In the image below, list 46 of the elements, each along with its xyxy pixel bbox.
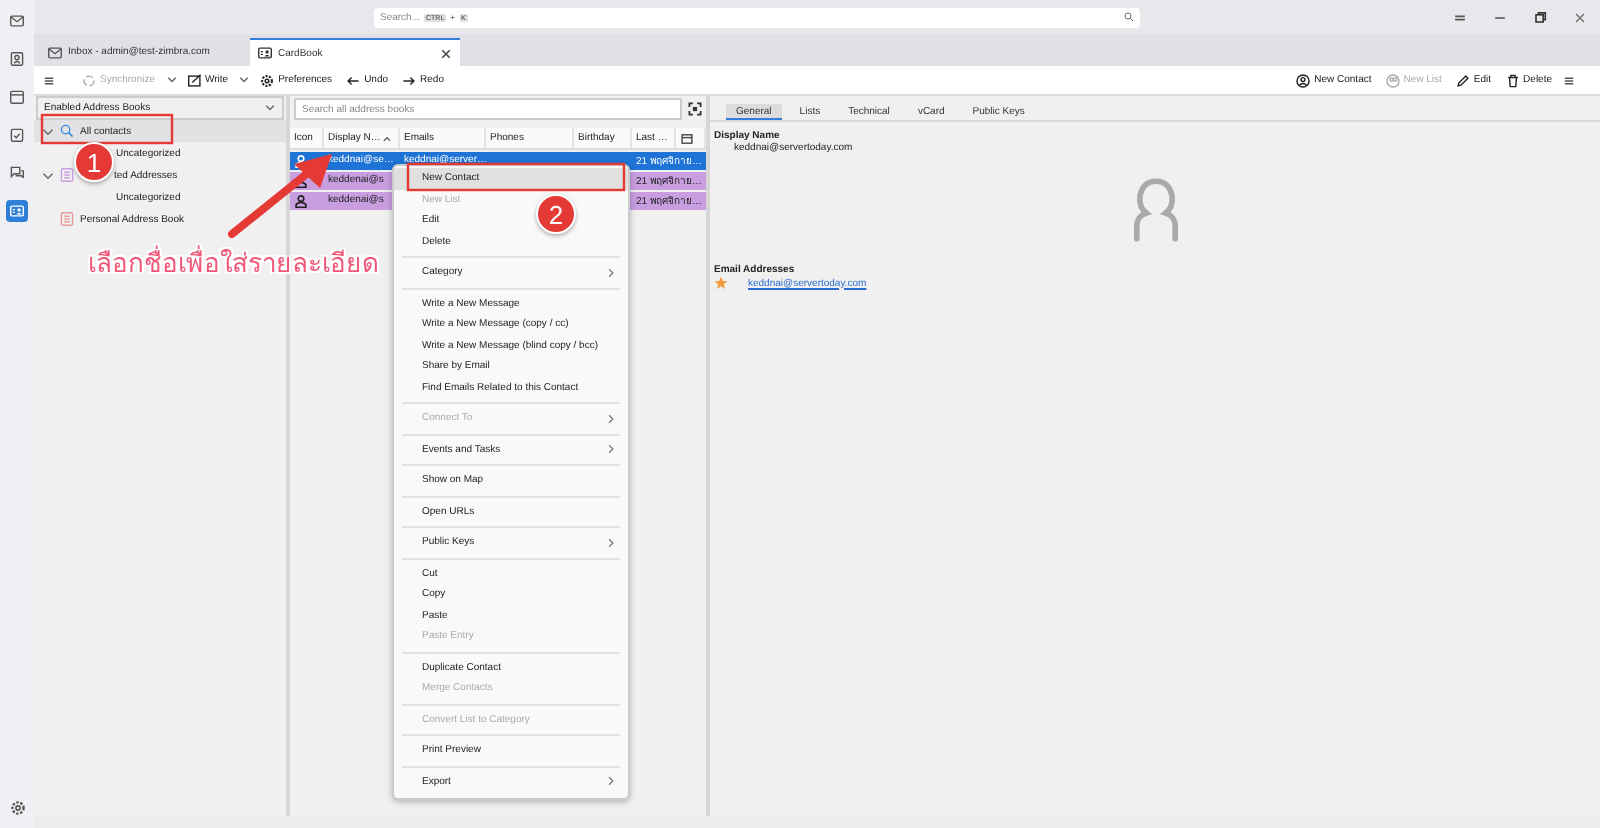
compose-icon xyxy=(187,73,202,87)
clipboard-check-icon xyxy=(10,128,24,142)
pencil-icon xyxy=(1455,73,1470,87)
chat-bubbles-icon xyxy=(10,166,24,180)
chevron-right-icon xyxy=(606,537,616,548)
add-group-icon xyxy=(1385,73,1400,87)
contact-card-icon xyxy=(258,46,272,60)
envelope-icon xyxy=(48,45,62,59)
chevron-down-icon[interactable] xyxy=(42,125,54,137)
chevron-right-icon xyxy=(606,413,616,424)
settings-icon[interactable] xyxy=(9,800,25,816)
column-picker-icon[interactable] xyxy=(680,131,694,145)
calendar-icon xyxy=(10,90,24,104)
person-icon xyxy=(294,153,308,168)
settings-icon xyxy=(260,73,275,87)
spaces-button[interactable] xyxy=(6,162,28,184)
address-book-icon xyxy=(10,52,24,66)
chevron-down-icon[interactable] xyxy=(42,169,54,181)
caret-icon xyxy=(264,102,276,114)
left-arrow-icon xyxy=(346,73,361,87)
add-person-icon xyxy=(1296,73,1311,87)
right-arrow-icon xyxy=(402,73,417,87)
envelope-icon xyxy=(10,14,24,28)
spaces-button[interactable] xyxy=(6,124,28,146)
chevron-right-icon xyxy=(606,267,616,278)
restore-icon[interactable] xyxy=(1532,9,1548,25)
chevron-right-icon xyxy=(606,776,616,787)
expand-icon[interactable] xyxy=(688,102,702,116)
spaces-button[interactable] xyxy=(6,48,28,70)
highlight-frame xyxy=(40,113,174,145)
spaces-button[interactable] xyxy=(6,10,28,32)
caret-icon[interactable] xyxy=(238,74,251,86)
search-icon xyxy=(1124,12,1134,22)
person-icon xyxy=(294,193,308,208)
menu-icon[interactable] xyxy=(42,73,56,87)
contact-card-icon xyxy=(10,204,24,218)
menu-icon[interactable] xyxy=(1562,73,1576,87)
search-icon xyxy=(60,124,74,138)
chevron-right-icon xyxy=(606,444,616,455)
trash-icon xyxy=(1505,73,1520,87)
sync-icon xyxy=(82,73,96,87)
spaces-button[interactable] xyxy=(6,200,28,222)
annotation-caption: เลือกชื่อเพื่อใส่รายละเอียด xyxy=(88,242,378,284)
arrow xyxy=(228,154,332,238)
spaces-button[interactable] xyxy=(6,86,28,108)
close-icon[interactable] xyxy=(440,47,452,59)
